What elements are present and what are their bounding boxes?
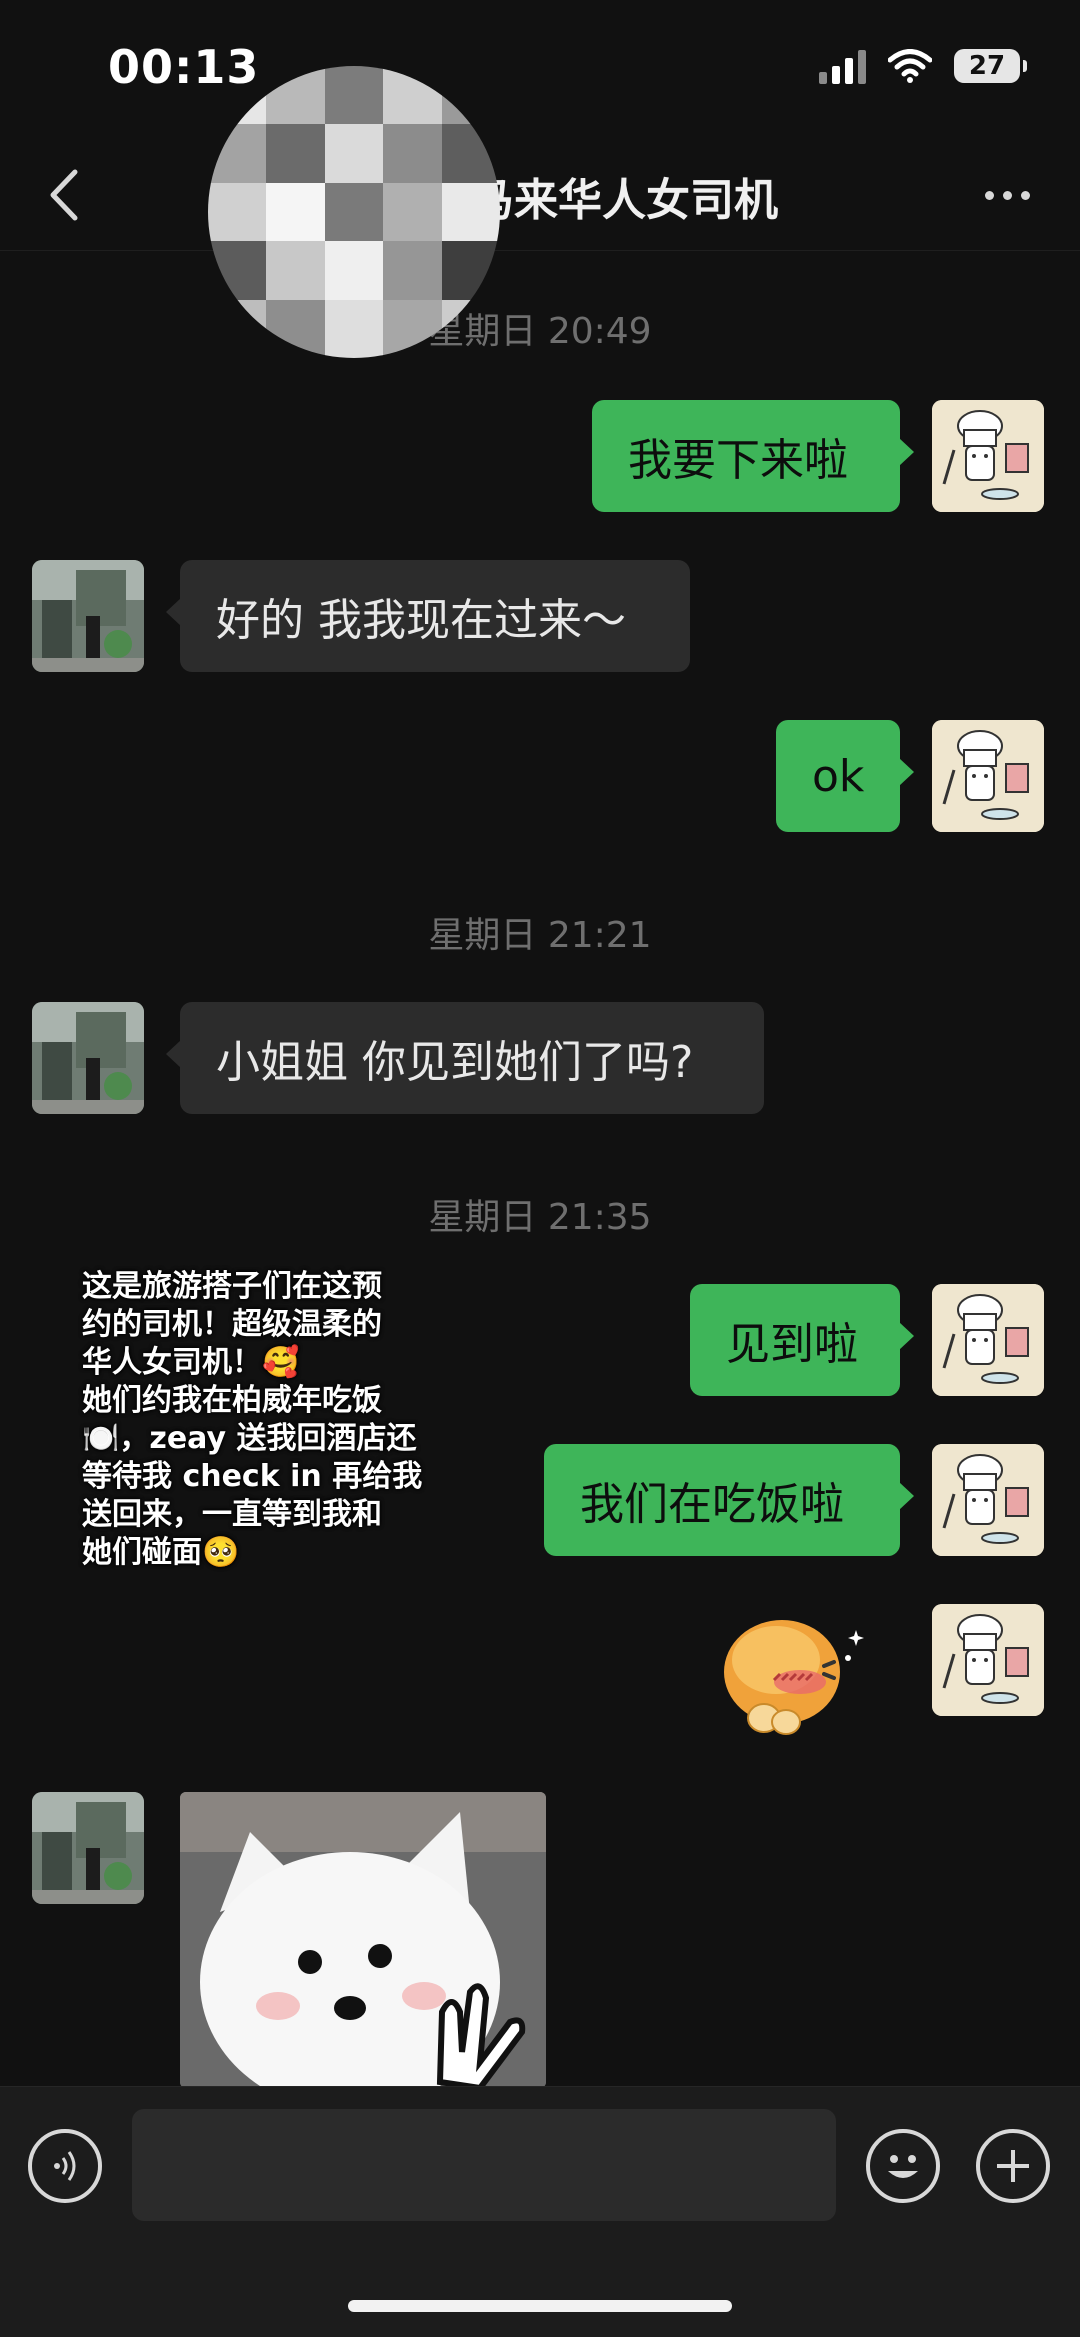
image-message[interactable] [180,1792,546,2088]
more-dots-icon [984,190,994,200]
timestamp: 星期日 21:35 [428,1197,652,1238]
street-photo-avatar-icon [32,1002,144,1114]
message-text: 好的 我我现在过来～ [216,595,626,646]
more-options-button[interactable] [972,170,1042,220]
message-bubble-incoming[interactable]: 好的 我我现在过来～ [166,560,690,672]
annotation-line: 她们约我在柏威年吃饭 [82,1383,382,1418]
wifi-icon [888,49,932,83]
message-bubble-outgoing[interactable]: 我们在吃饭啦 [544,1444,914,1556]
annotation-line: 等待我 check in 再给我 [82,1459,423,1494]
status-time: 00:13 [108,40,260,94]
privacy-blur [208,66,500,358]
avatar[interactable] [932,400,1044,512]
message-text: 我要下来啦 [628,435,848,486]
cellular-signal-icon [819,48,866,84]
chef-avatar-icon [932,400,1044,512]
street-photo-avatar-icon [32,1792,144,1904]
voice-button[interactable] [28,2129,102,2203]
white-dog-photo-icon [180,1792,546,2088]
back-button[interactable] [34,160,94,230]
annotation-line: 这是旅游搭子们在这预 [82,1269,382,1304]
avatar[interactable] [932,1284,1044,1396]
chat-screen: 00:13 27 马来华人女司机 星期日 20:49 我要下来啦 好的 我我现在… [0,0,1080,2337]
home-indicator[interactable] [348,2300,732,2312]
chevron-left-icon [50,169,78,221]
message-text: ok [812,750,865,802]
blushing-bun-sticker[interactable] [716,1600,866,1750]
avatar[interactable] [932,720,1044,832]
battery-indicator: 27 [954,49,1027,83]
chef-avatar-icon [932,1604,1044,1716]
plus-icon [997,2150,1029,2182]
annotation-line: 送回来，一直等到我和 [82,1497,382,1532]
message-bubble-outgoing[interactable]: 我要下来啦 [592,400,914,512]
chef-avatar-icon [932,1284,1044,1396]
status-bar: 00:13 27 [0,0,1080,140]
street-photo-avatar-icon [32,560,144,672]
timestamp: 星期日 20:49 [428,311,652,352]
avatar[interactable] [932,1444,1044,1556]
message-text: 小姐姐 你见到她们了吗? [216,1037,694,1088]
avatar[interactable] [32,1002,144,1114]
message-text: 见到啦 [726,1319,858,1370]
message-bubble-outgoing[interactable]: ok [776,720,914,832]
annotation-line: 🍽️，zeay 送我回酒店还 [82,1421,417,1456]
chef-avatar-icon [932,1444,1044,1556]
chef-avatar-icon [932,720,1044,832]
annotation-line: 她们碰面🥺 [82,1535,240,1570]
emoji-icon [888,2155,918,2178]
avatar[interactable] [32,1792,144,1904]
voice-icon [54,2151,76,2181]
overlay-annotation: 这是旅游搭子们在这预 约的司机！超级温柔的 华人女司机！🥰 她们约我在柏威年吃饭… [82,1268,422,1572]
annotation-line: 约的司机！超级温柔的 [82,1307,382,1342]
chat-header: 马来华人女司机 [0,140,1080,251]
more-actions-button[interactable] [976,2129,1050,2203]
status-icons: 27 [819,48,1027,84]
message-bubble-incoming[interactable]: 小姐姐 你见到她们了吗? [166,1002,764,1114]
avatar[interactable] [32,560,144,672]
chat-title: 马来华人女司机 [470,175,778,226]
annotation-line: 华人女司机！🥰 [82,1345,300,1380]
timestamp: 星期日 21:21 [428,915,652,956]
message-text: 我们在吃饭啦 [580,1479,844,1530]
avatar[interactable] [932,1604,1044,1716]
emoji-button[interactable] [866,2129,940,2203]
message-bubble-outgoing[interactable]: 见到啦 [690,1284,914,1396]
message-input[interactable] [132,2109,836,2221]
